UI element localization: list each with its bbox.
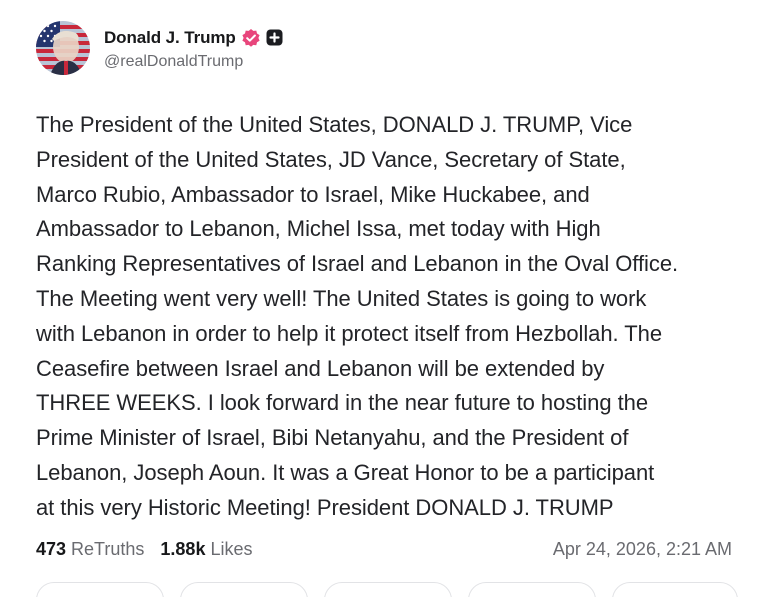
likes-label: Likes (210, 539, 253, 559)
verified-badge-icon (241, 28, 261, 48)
action-bar (36, 582, 738, 597)
plus-square-icon (266, 29, 283, 46)
retruths-stat[interactable]: 473 ReTruths (36, 539, 144, 560)
post-text-line: Ambassador to Lebanon, Michel Issa, met … (36, 216, 601, 242)
author-identity: Donald J. Trump @realDonaldTrump (104, 26, 283, 71)
post-text-line: The President of the United States, DONA… (36, 112, 633, 137)
post-stats: 473 ReTruths 1.88k Likes (36, 539, 252, 560)
post-text-line: Lebanon, Joseph Aoun. It was a Great Hon… (36, 459, 655, 485)
american-flag-portrait-icon (36, 21, 90, 75)
name-row: Donald J. Trump (104, 26, 283, 50)
likes-count: 1.88k (160, 539, 206, 559)
post-header: Donald J. Trump @realDonaldTrump (36, 21, 283, 75)
like-button[interactable] (324, 582, 452, 597)
post-text-line: President of the United States, JD Vance… (36, 146, 626, 172)
handle[interactable]: @realDonaldTrump (104, 53, 283, 71)
post-text-line: Ranking Representatives of Israel and Le… (36, 251, 679, 277)
post-text-line: with Lebanon in order to help it protect… (36, 320, 663, 346)
post-text-line: The Meeting went very well! The United S… (36, 285, 647, 311)
post-text-line: Marco Rubio, Ambassador to Israel, Mike … (36, 181, 590, 207)
display-name[interactable]: Donald J. Trump (104, 28, 236, 48)
reply-button[interactable] (36, 582, 164, 597)
likes-stat[interactable]: 1.88k Likes (160, 539, 252, 560)
post-text-line: THREE WEEKS. I look forward in the near … (36, 390, 649, 416)
quote-button[interactable] (468, 582, 596, 597)
post-timestamp[interactable]: Apr 24, 2026, 2:21 AM (553, 539, 732, 560)
avatar[interactable] (36, 21, 90, 75)
post-text-line: Prime Minister of Israel, Bibi Netanyahu… (36, 425, 629, 451)
post-text-line: Ceasefire between Israel and Lebanon wil… (36, 355, 605, 381)
retruth-button[interactable] (180, 582, 308, 597)
retruths-label: ReTruths (71, 539, 145, 559)
share-button[interactable] (612, 582, 738, 597)
post-text: The President of the United States, DONA… (36, 108, 748, 526)
post-text-line: at this very Historic Meeting! President… (36, 494, 614, 520)
retruths-count: 473 (36, 539, 67, 559)
